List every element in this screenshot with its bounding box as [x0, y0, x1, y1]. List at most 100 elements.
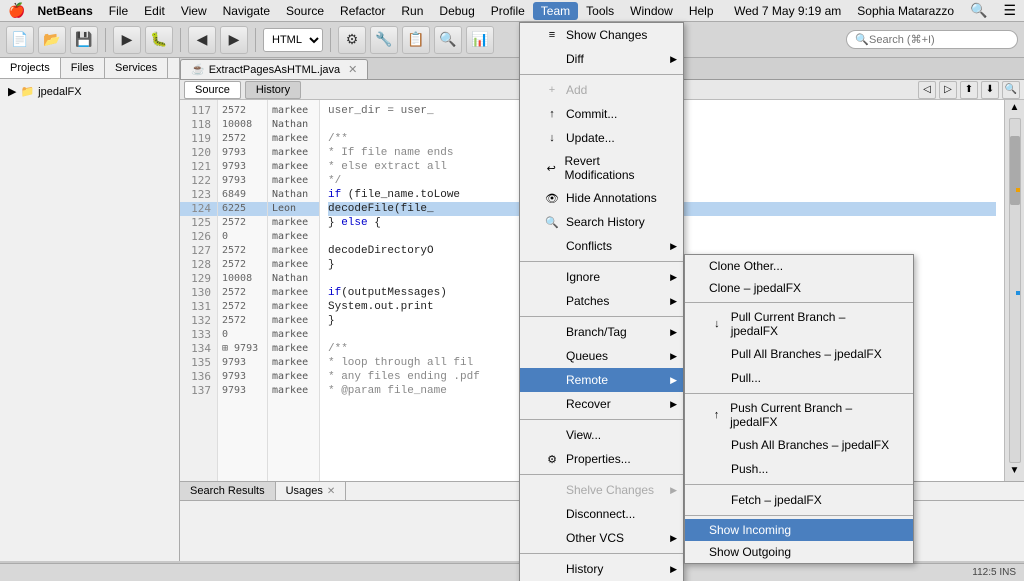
toolbar-search[interactable]: 🔍 [846, 30, 1018, 49]
menubar-item-profile[interactable]: Profile [483, 2, 533, 20]
menubar-item-help[interactable]: Help [681, 2, 722, 20]
menu-item-label: Show Changes [566, 28, 647, 42]
menubar-item-edit[interactable]: Edit [136, 2, 173, 20]
scroll-track[interactable] [1009, 118, 1021, 463]
menu-item-hide-annotations[interactable]: 👁 Hide Annotations [520, 186, 683, 210]
menubar-item-tools[interactable]: Tools [578, 2, 622, 20]
menu-item-add[interactable]: + Add [520, 78, 683, 102]
menu-icon[interactable]: ☰ [1003, 2, 1016, 19]
toolbar: 📄 📂 💾 ▶ 🐛 ◀ ▶ HTML ⚙ 🔧 📋 🔍 📊 🔍 [0, 22, 1024, 58]
editor-tab-history[interactable]: History [245, 81, 301, 99]
menubar-item-debug[interactable]: Debug [431, 2, 482, 20]
menubar-item-run[interactable]: Run [393, 2, 431, 20]
author-names: markee Nathan markee markee markee marke… [268, 100, 320, 481]
language-dropdown[interactable]: HTML [263, 28, 323, 52]
menubar-item-netbeans[interactable]: NetBeans [29, 2, 100, 20]
revert-icon: ↩ [544, 160, 559, 176]
new-project-btn[interactable]: 📄 [6, 26, 34, 54]
bottom-tab-search-results[interactable]: Search Results [180, 482, 276, 500]
menu-item-patches[interactable]: Patches [520, 289, 683, 313]
line-number: 137 [180, 384, 217, 398]
menu-item-label: Fetch – jpedalFX [731, 493, 822, 507]
menu-item-history[interactable]: History [520, 557, 683, 581]
file-tab-extractpages[interactable]: ☕ ExtractPagesAsHTML.java ✕ [180, 59, 368, 79]
remote-item-pull-current[interactable]: ↓ Pull Current Branch – jpedalFX [685, 306, 913, 342]
remote-item-clone-other[interactable]: Clone Other... [685, 255, 913, 277]
sidebar-tab-projects[interactable]: Projects [0, 58, 61, 78]
sidebar-tab-services[interactable]: Services [105, 58, 168, 78]
close-file-icon[interactable]: ✕ [348, 63, 357, 76]
run-btn[interactable]: ▶ [113, 26, 141, 54]
scroll-up-btn[interactable]: ▲ [1008, 102, 1022, 116]
menu-item-ignore[interactable]: Ignore [520, 265, 683, 289]
scroll-thumb[interactable] [1010, 136, 1020, 205]
remote-item-pull[interactable]: Pull... [685, 366, 913, 390]
line-number: 136 [180, 370, 217, 384]
menubar-item-file[interactable]: File [101, 2, 136, 20]
menu-item-disconnect[interactable]: Disconnect... [520, 502, 683, 526]
editor-tab-source[interactable]: Source [184, 81, 241, 99]
menubar-item-window[interactable]: Window [622, 2, 681, 20]
menu-item-view[interactable]: View... [520, 423, 683, 447]
back-btn[interactable]: ◀ [188, 26, 216, 54]
sidebar-tab-files[interactable]: Files [61, 58, 105, 78]
menu-item-properties[interactable]: ⚙ Properties... [520, 447, 683, 471]
tree-arrow-icon: ▶ [8, 85, 16, 98]
menu-item-revert[interactable]: ↩ Revert Modifications [520, 150, 683, 186]
menu-item-shelve-changes[interactable]: Shelve Changes [520, 478, 683, 502]
menubar-item-view[interactable]: View [173, 2, 215, 20]
line-number: 119 [180, 132, 217, 146]
editor-toolbar-btn2[interactable]: ▷ [939, 81, 957, 99]
menubar-item-refactor[interactable]: Refactor [332, 2, 393, 20]
history-icon [544, 561, 560, 577]
sidebar-item-jpedalfx[interactable]: ▶ 📁 jpedalFX [4, 83, 175, 100]
remote-item-push-current[interactable]: ↑ Push Current Branch – jpedalFX [685, 397, 913, 433]
menu-item-commit[interactable]: ↑ Commit... [520, 102, 683, 126]
editor-toolbar-btn1[interactable]: ◁ [918, 81, 936, 99]
search-icon[interactable]: 🔍 [970, 2, 987, 19]
menu-item-recover[interactable]: Recover [520, 392, 683, 416]
scroll-down-btn[interactable]: ▼ [1008, 465, 1022, 479]
remote-item-push[interactable]: Push... [685, 457, 913, 481]
menu-item-update[interactable]: ↓ Update... [520, 126, 683, 150]
menubar-item-team[interactable]: Team [533, 2, 578, 20]
line-number: 133 [180, 328, 217, 342]
toolbar-btn-extra5[interactable]: 📊 [466, 26, 494, 54]
menubar-item-source[interactable]: Source [278, 2, 332, 20]
close-tab-icon[interactable]: ✕ [327, 486, 335, 497]
menu-item-conflicts[interactable]: Conflicts [520, 234, 683, 258]
editor-toolbar-btn4[interactable]: ⬇ [981, 81, 999, 99]
remote-item-pull-all[interactable]: Pull All Branches – jpedalFX [685, 342, 913, 366]
toolbar-btn-extra1[interactable]: ⚙ [338, 26, 366, 54]
forward-btn[interactable]: ▶ [220, 26, 248, 54]
toolbar-btn-extra4[interactable]: 🔍 [434, 26, 462, 54]
fetch-icon [709, 492, 725, 508]
search-input[interactable] [869, 34, 1009, 46]
remote-item-push-all[interactable]: Push All Branches – jpedalFX [685, 433, 913, 457]
menu-item-remote[interactable]: Remote [520, 368, 683, 392]
menubar-item-navigate[interactable]: Navigate [215, 2, 278, 20]
menu-item-label: Push All Branches – jpedalFX [731, 438, 889, 452]
menu-item-diff[interactable]: Diff [520, 47, 683, 71]
menu-item-label: Clone Other... [709, 259, 783, 273]
editor-toolbar-btn3[interactable]: ⬆ [960, 81, 978, 99]
remote-item-clone-jpedalfx[interactable]: Clone – jpedalFX [685, 277, 913, 299]
menu-item-queues[interactable]: Queues [520, 344, 683, 368]
menu-item-search-history[interactable]: 🔍 Search History [520, 210, 683, 234]
separator [685, 393, 913, 394]
editor-toolbar-btn5[interactable]: 🔍 [1002, 81, 1020, 99]
menu-item-label: Disconnect... [566, 507, 635, 521]
bottom-tab-usages[interactable]: Usages ✕ [276, 482, 347, 500]
menu-item-other-vcs[interactable]: Other VCS [520, 526, 683, 550]
open-project-btn[interactable]: 📂 [38, 26, 66, 54]
menu-item-branch-tag[interactable]: Branch/Tag [520, 320, 683, 344]
toolbar-btn-extra3[interactable]: 📋 [402, 26, 430, 54]
remote-item-show-outgoing[interactable]: Show Outgoing [685, 541, 913, 563]
remote-item-show-incoming[interactable]: Show Incoming [685, 519, 913, 541]
save-btn[interactable]: 💾 [70, 26, 98, 54]
toolbar-btn-extra2[interactable]: 🔧 [370, 26, 398, 54]
menu-item-label: Push... [731, 462, 768, 476]
debug-btn[interactable]: 🐛 [145, 26, 173, 54]
menu-item-show-changes[interactable]: ≡ Show Changes [520, 23, 683, 47]
remote-item-fetch[interactable]: Fetch – jpedalFX [685, 488, 913, 512]
